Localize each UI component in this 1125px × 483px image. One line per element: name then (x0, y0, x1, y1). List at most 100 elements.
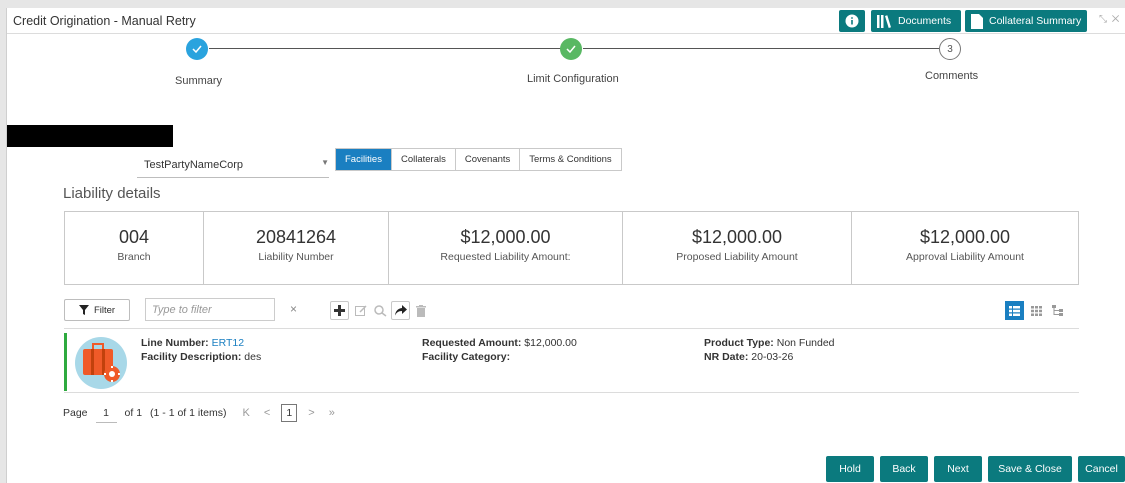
liability-cell-number: 20841264 Liability Number (204, 212, 389, 284)
liability-details-heading: Liability details (63, 185, 161, 202)
clear-filter-icon[interactable]: × (290, 302, 297, 316)
facility-category-label: Facility Category: (422, 351, 511, 363)
cancel-button[interactable]: Cancel (1078, 456, 1125, 482)
line-number-link[interactable]: ERT12 (212, 337, 245, 349)
info-button[interactable] (839, 10, 865, 32)
tab-covenants[interactable]: Covenants (455, 149, 521, 170)
check-icon (566, 45, 576, 53)
page-label: Page (63, 407, 88, 419)
first-page-button[interactable]: K (243, 407, 250, 419)
documents-label: Documents (898, 15, 952, 27)
list-view-icon (1009, 305, 1020, 316)
view-button[interactable] (371, 301, 390, 320)
list-bottom-divider (64, 392, 1079, 393)
title-bar: Credit Origination - Manual Retry Docume… (7, 8, 1125, 34)
redacted-label (7, 125, 173, 147)
grid-view-icon (1031, 305, 1042, 316)
step-label-comments[interactable]: Comments (925, 70, 978, 82)
search-detail-icon (374, 304, 387, 317)
facility-list-item[interactable]: Line Number: ERT12 Facility Description:… (64, 333, 1079, 391)
product-type-value: Non Funded (776, 337, 835, 349)
share-arrow-icon (394, 305, 407, 316)
list-top-divider (64, 328, 1079, 329)
filter-button[interactable]: Filter (64, 299, 130, 321)
page-of-label: of 1 (124, 407, 143, 419)
liability-details-panel: 004 Branch 20841264 Liability Number $12… (64, 211, 1079, 285)
requested-amount-item-label: Requested Amount: (422, 337, 522, 349)
branch-value: 004 (118, 227, 150, 247)
filter-icon (78, 305, 89, 315)
documents-button[interactable]: Documents (871, 10, 961, 32)
tab-collaterals[interactable]: Collaterals (391, 149, 456, 170)
trash-icon (415, 304, 426, 317)
library-icon (877, 14, 891, 28)
stepper-line-1 (209, 48, 561, 49)
list-view-button[interactable] (1005, 301, 1024, 320)
collateral-summary-button[interactable]: Collateral Summary (965, 10, 1087, 32)
liability-cell-branch: 004 Branch (65, 212, 204, 284)
liability-cell-approval: $12,000.00 Approval Liability Amount (852, 212, 1078, 284)
liability-number-value: 20841264 (255, 227, 337, 247)
approval-amount-value: $12,000.00 (919, 227, 1011, 247)
next-page-button[interactable]: > (308, 407, 314, 419)
step-summary-done[interactable] (186, 38, 208, 60)
plus-icon (334, 305, 345, 316)
requested-amount-field: Requested Amount: $12,000.00 (422, 337, 577, 349)
line-number-label: Line Number: (141, 337, 209, 349)
prev-page-button[interactable]: < (264, 407, 270, 419)
line-number-field: Line Number: ERT12 (141, 337, 244, 349)
liability-number-label: Liability Number (258, 251, 334, 263)
tree-view-icon (1052, 305, 1063, 316)
stepper-line-2 (583, 48, 939, 49)
product-type-field: Product Type: Non Funded (704, 337, 835, 349)
chevron-down-icon: ▼ (321, 158, 329, 167)
edit-button[interactable] (351, 301, 370, 320)
current-page-button[interactable]: 1 (281, 404, 298, 422)
next-button[interactable]: Next (934, 456, 982, 482)
status-accent-bar (64, 333, 67, 391)
page-items-summary: (1 - 1 of 1 items) (150, 407, 227, 419)
page-input[interactable]: 1 (95, 403, 117, 423)
delete-button[interactable] (411, 301, 430, 320)
liability-cell-proposed: $12,000.00 Proposed Liability Amount (623, 212, 852, 284)
tab-terms-conditions[interactable]: Terms & Conditions (520, 149, 621, 170)
facility-avatar (75, 337, 127, 389)
check-icon (192, 45, 202, 53)
proposed-amount-label: Proposed Liability Amount (676, 251, 798, 263)
share-button[interactable] (391, 301, 410, 320)
step-limit-configuration-done[interactable] (560, 38, 582, 60)
briefcase-gear-icon (83, 343, 120, 382)
facility-description-value: des (244, 351, 262, 363)
restore-icon[interactable]: ⤡ ✕ (1099, 14, 1120, 25)
document-icon (971, 13, 983, 29)
filter-input[interactable]: Type to filter (145, 298, 275, 321)
step-comments-number[interactable]: 3 (939, 38, 961, 60)
facility-description-label: Facility Description: (141, 351, 242, 363)
liability-cell-requested: $12,000.00 Requested Liability Amount: (389, 212, 623, 284)
party-select-value: TestPartyNameCorp (144, 159, 244, 171)
last-page-button[interactable]: » (329, 407, 335, 419)
nr-date-label: NR Date: (704, 351, 749, 363)
edit-icon (354, 304, 367, 316)
tab-facilities[interactable]: Facilities (336, 149, 392, 170)
back-button[interactable]: Back (880, 456, 928, 482)
approval-amount-label: Approval Liability Amount (906, 251, 1024, 263)
collateral-summary-label: Collateral Summary (989, 15, 1082, 27)
facility-description-field: Facility Description: des (141, 351, 261, 363)
tree-view-button[interactable] (1048, 301, 1067, 320)
window-title: Credit Origination - Manual Retry (13, 14, 196, 28)
party-select[interactable]: TestPartyNameCorp ▼ (137, 150, 329, 178)
hold-button[interactable]: Hold (826, 456, 874, 482)
facility-category-field: Facility Category: (422, 351, 510, 363)
step-label-limit-configuration[interactable]: Limit Configuration (527, 73, 619, 85)
grid-view-button[interactable] (1027, 301, 1046, 320)
requested-amount-value: $12,000.00 (460, 227, 551, 247)
save-close-button[interactable]: Save & Close (988, 456, 1072, 482)
select-underline (137, 177, 329, 178)
filter-label: Filter (93, 304, 116, 316)
add-button[interactable] (330, 301, 349, 320)
credit-origination-window: Credit Origination - Manual Retry Docume… (6, 8, 1125, 483)
step-label-summary[interactable]: Summary (175, 75, 222, 87)
info-icon (845, 14, 859, 28)
pagination: Page 1 of 1 (1 - 1 of 1 items) K < 1 > » (63, 403, 342, 423)
